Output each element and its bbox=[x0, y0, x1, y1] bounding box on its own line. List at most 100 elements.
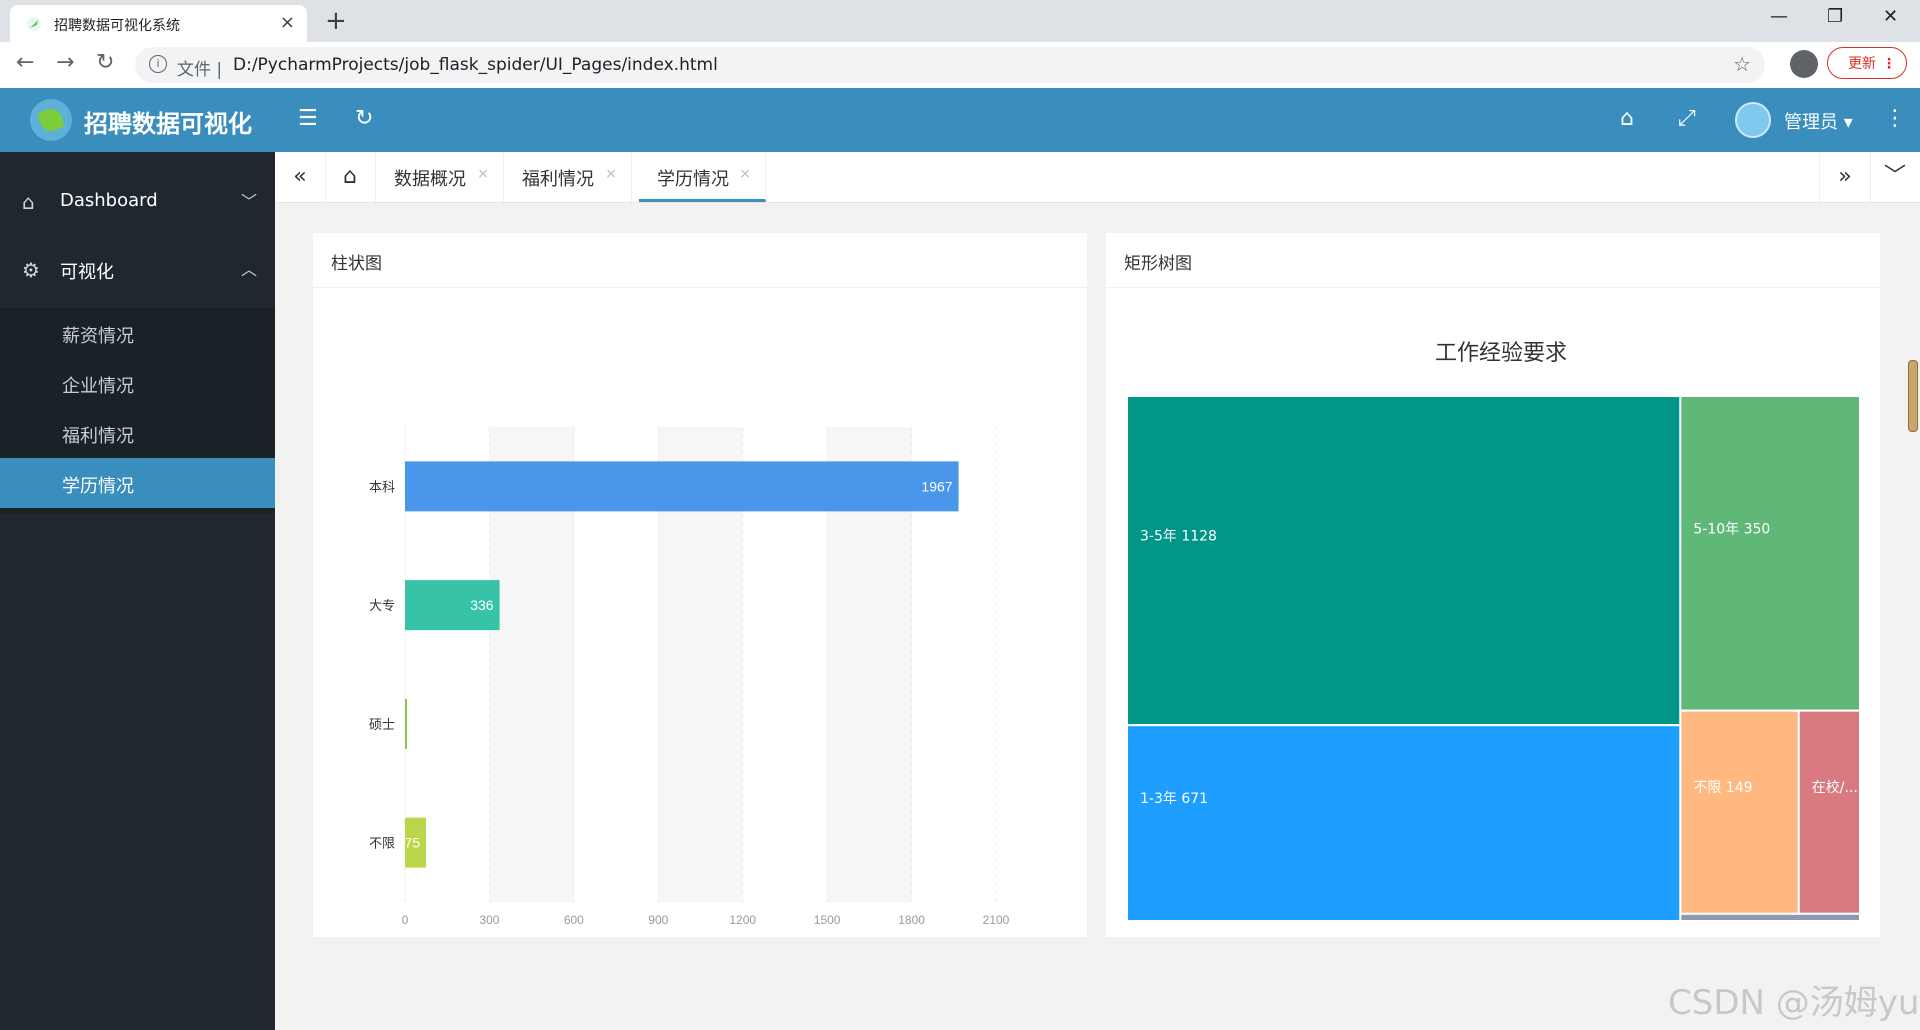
fullscreen-icon[interactable]: ⤢ bbox=[1678, 106, 1696, 131]
close-tab-icon[interactable]: × bbox=[280, 12, 295, 33]
tab-label: 福利情况 bbox=[522, 169, 594, 190]
sidebar-item-welfare[interactable]: 福利情况 bbox=[0, 408, 275, 458]
treemap-cell-label: 不限 149 bbox=[1693, 780, 1752, 796]
home-tab-icon[interactable]: ⌂ bbox=[325, 152, 376, 202]
treemap-chart: 工作经验要求 3-5年 1128 1-3年 671 5-10年 350 不限 149 在校… bbox=[1126, 341, 1862, 923]
app-header: 招聘数据可视化 ☰ ↻ ⌂ ⤢ 管理员 ▾ ⋮ bbox=[0, 88, 1920, 152]
treemap-cell bbox=[1797, 709, 1862, 915]
more-options-icon[interactable]: ⋮ bbox=[1884, 106, 1906, 131]
sidebar-item-salary[interactable]: 薪资情况 bbox=[0, 308, 275, 358]
close-icon[interactable]: × bbox=[477, 166, 489, 182]
tab-data-overview[interactable]: 数据概况 × bbox=[376, 152, 504, 202]
page-tabs: « ⌂ 数据概况 × 福利情况 × 学历情况 × » ﹀ bbox=[275, 152, 1920, 203]
minimize-window-button[interactable]: — bbox=[1770, 6, 1788, 27]
x-tick-label: 1800 bbox=[898, 913, 925, 927]
chevron-down-icon: ﹀ bbox=[240, 192, 257, 211]
address-bar[interactable]: i 文件 | D:/PycharmProjects/job_flask_spid… bbox=[135, 47, 1765, 83]
rocket-logo-icon bbox=[30, 99, 72, 141]
restore-window-button[interactable]: ❐ bbox=[1827, 6, 1843, 27]
treemap-cell bbox=[1679, 395, 1862, 712]
sidebar-item-label: 学历情况 bbox=[62, 476, 134, 497]
treemap-cell-label: 5-10年 350 bbox=[1693, 521, 1770, 537]
y-category-label: 不限 bbox=[369, 837, 395, 852]
treemap-cell bbox=[1679, 912, 1862, 923]
rocket-favicon-icon bbox=[27, 17, 41, 31]
x-tick-label: 1200 bbox=[729, 913, 756, 927]
treemap-cell bbox=[1679, 709, 1800, 915]
card-title: 矩形树图 bbox=[1124, 254, 1192, 274]
back-arrow-icon[interactable]: ← bbox=[16, 50, 34, 75]
sidebar-item-label: 薪资情况 bbox=[62, 326, 134, 347]
tab-education[interactable]: 学历情况 × bbox=[639, 152, 766, 202]
avatar[interactable] bbox=[1735, 102, 1771, 138]
url-scheme-label: 文件 | bbox=[177, 60, 223, 80]
y-category-label: 大专 bbox=[369, 599, 395, 614]
bar-value-label: 336 bbox=[470, 597, 494, 613]
forward-arrow-icon[interactable]: → bbox=[56, 50, 74, 75]
close-window-button[interactable]: ✕ bbox=[1883, 6, 1898, 27]
x-tick-label: 300 bbox=[479, 913, 499, 927]
card-title: 柱状图 bbox=[331, 254, 382, 274]
url-text[interactable]: D:/PycharmProjects/job_flask_spider/UI_P… bbox=[233, 55, 718, 75]
sidebar-item-label: 企业情况 bbox=[62, 376, 134, 397]
info-icon[interactable]: i bbox=[149, 55, 167, 73]
treemap-cell-label: 1-3年 671 bbox=[1140, 791, 1208, 807]
x-tick-label: 1500 bbox=[814, 913, 841, 927]
treemap-cell-label: 3-5年 1128 bbox=[1140, 529, 1217, 545]
scroll-right-icon[interactable]: » bbox=[1819, 152, 1871, 202]
refresh-icon[interactable]: ↻ bbox=[355, 106, 373, 131]
sidebar-item-education[interactable]: 学历情况 bbox=[0, 458, 275, 508]
sidebar: ⌂ Dashboard ﹀ ⚙ 可视化 ︿ 薪资情况 企业情况 福利情况 学历情… bbox=[0, 152, 275, 1030]
bar-value-label: 75 bbox=[405, 835, 421, 851]
bar-chart: 0 300 600 900 1200 1500 1800 2100 本科 1967 大专 336 硕士2… bbox=[369, 427, 1010, 927]
gear-icon: ⚙ bbox=[22, 258, 40, 282]
close-icon[interactable]: × bbox=[739, 166, 751, 182]
treemap-title: 工作经验要求 bbox=[1435, 341, 1567, 366]
x-tick-label: 600 bbox=[564, 913, 584, 927]
new-tab-button[interactable]: + bbox=[325, 6, 347, 36]
tab-welfare[interactable]: 福利情况 × bbox=[504, 152, 632, 202]
admin-dropdown[interactable]: 管理员 ▾ bbox=[1784, 108, 1853, 134]
bar-value-label: 1967 bbox=[921, 478, 952, 494]
scroll-left-icon[interactable]: « bbox=[275, 152, 326, 202]
x-tick-label: 900 bbox=[648, 913, 668, 927]
treemap-cell bbox=[1126, 395, 1682, 727]
browser-tabbar: 招聘数据可视化系统 × + — ❐ ✕ bbox=[0, 0, 1920, 42]
bar-value-label: 2 bbox=[393, 716, 401, 732]
sidebar-submenu: 薪资情况 企业情况 福利情况 学历情况 bbox=[0, 308, 275, 513]
tab-label: 学历情况 bbox=[657, 169, 729, 190]
chevron-down-icon[interactable]: ﹀ bbox=[1870, 152, 1920, 202]
menu-toggle-icon[interactable]: ☰ bbox=[298, 106, 318, 131]
home-icon: ⌂ bbox=[22, 190, 35, 214]
reload-icon[interactable]: ↻ bbox=[96, 50, 114, 75]
bar bbox=[405, 698, 407, 749]
chevron-up-icon: ︿ bbox=[240, 260, 257, 279]
sidebar-item-label: 可视化 bbox=[60, 262, 114, 283]
browser-tab[interactable]: 招聘数据可视化系统 × bbox=[10, 5, 307, 42]
treemap-card: 矩形树图 工作经验要求 3-5年 1128 1-3年 671 5-10年 350 不限 … bbox=[1106, 233, 1880, 937]
sidebar-item-label: 福利情况 bbox=[62, 426, 134, 447]
card-header: 矩形树图 bbox=[1106, 233, 1880, 288]
sidebar-item-visualization[interactable]: ⚙ 可视化 ︿ bbox=[0, 236, 275, 304]
card-header: 柱状图 bbox=[313, 233, 1087, 288]
bar bbox=[405, 461, 959, 512]
sidebar-item-dashboard[interactable]: ⌂ Dashboard ﹀ bbox=[0, 168, 275, 236]
browser-toolbar: ← → ↻ i 文件 | D:/PycharmProjects/job_flas… bbox=[0, 42, 1920, 89]
sidebar-item-company[interactable]: 企业情况 bbox=[0, 358, 275, 408]
tag-icon[interactable]: ⌂ bbox=[1620, 106, 1634, 131]
close-icon[interactable]: × bbox=[605, 166, 617, 182]
x-tick-label: 0 bbox=[402, 913, 409, 927]
page-scrollbar[interactable] bbox=[1908, 360, 1918, 432]
sidebar-item-label: Dashboard bbox=[60, 190, 158, 211]
bookmark-star-icon[interactable]: ☆ bbox=[1733, 52, 1751, 76]
bar-chart-card: 柱状图 0 300 600 900 1200 1500 1800 2100 本科 1967 大专 33… bbox=[313, 233, 1087, 937]
watermark: CSDN @汤姆yu bbox=[1668, 983, 1920, 1023]
y-category-label: 本科 bbox=[369, 480, 395, 495]
browser-menu-icon[interactable]: ⋮ bbox=[1882, 48, 1896, 80]
update-label: 更新 bbox=[1848, 56, 1876, 72]
y-category-label: 硕士 bbox=[369, 718, 395, 733]
x-tick-label: 2100 bbox=[983, 913, 1010, 927]
tab-label: 数据概况 bbox=[394, 169, 466, 190]
account-avatar-icon[interactable] bbox=[1790, 50, 1818, 78]
update-button[interactable]: 更新 ⋮ bbox=[1827, 47, 1907, 79]
